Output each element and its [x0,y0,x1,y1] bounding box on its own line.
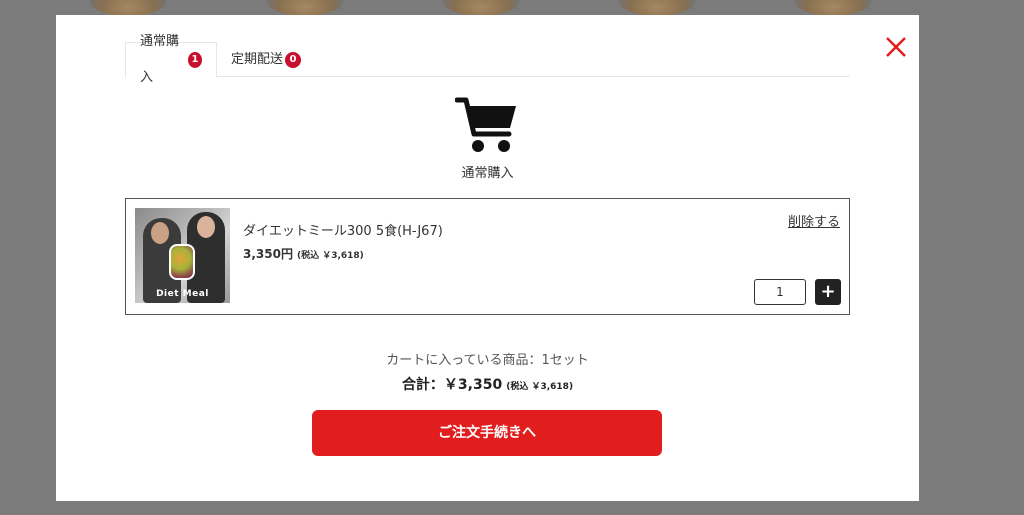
delete-item-link[interactable]: 削除する [788,211,840,230]
cart-item: Diet Meal ダイエットミール300 5食(H-J67) 3,350円 (税… [125,198,850,315]
total-tax-note: (税込 ￥3,618) [506,382,574,392]
count-badge: 0 [285,52,302,68]
cart-total: 合計：￥3,350 (税込 ￥3,618) [56,374,919,394]
cart-heading: 通常購入 [461,166,514,181]
background-food-image [443,0,519,16]
cart-modal: 通常購入 1 定期配送 0 通常購入 Diet Meal ダイエットミール300… [56,15,919,501]
product-name: ダイエットミール300 5食(H-J67) [243,224,443,239]
product-price: 3,350円 (税込 ￥3,618) [243,245,364,262]
total-value: 合計：￥3,350 [401,377,503,393]
background-food-image [795,0,871,16]
purchase-type-tabs: 通常購入 1 定期配送 0 [125,34,850,85]
increase-quantity-button[interactable]: + [815,279,841,305]
price-tax-note: (税込 ￥3,618) [296,251,364,261]
background-food-image [90,0,166,16]
quantity-input[interactable] [754,279,806,305]
price-value: 3,350円 [243,247,293,261]
tab-label: 定期配送 [231,52,284,67]
background-food-image [267,0,343,16]
tab-subscription-delivery[interactable]: 定期配送 0 [217,42,315,78]
background-food-image [619,0,695,16]
cart-item-count: カートに入っている商品：1セット [386,353,589,368]
count-badge: 1 [187,52,202,68]
checkout-button[interactable]: ご注文手続きへ [312,410,662,456]
cart-icon [454,96,519,154]
tab-label: 通常購入 [140,34,180,85]
product-image-brand: Diet Meal [156,289,209,299]
product-image: Diet Meal [135,208,230,303]
close-icon[interactable] [884,35,908,59]
tab-regular-purchase[interactable]: 通常購入 1 [125,34,217,85]
